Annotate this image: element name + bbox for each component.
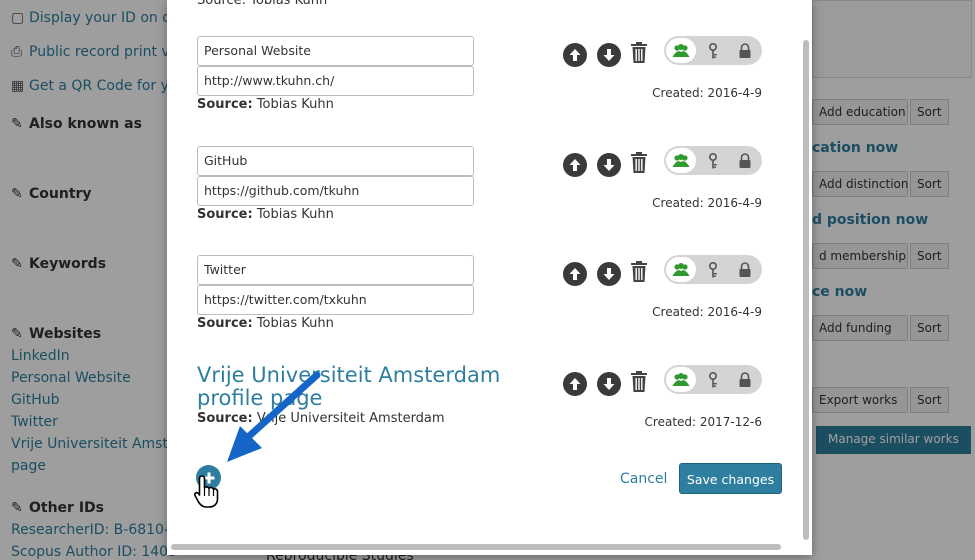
- website-name-input[interactable]: Personal Website: [197, 36, 474, 66]
- move-up-button[interactable]: [563, 262, 587, 286]
- website-url-input[interactable]: https://twitter.com/txkuhn: [197, 285, 474, 315]
- website-source: Source: Vrije Universiteit Amsterdam: [197, 411, 445, 426]
- trash-icon[interactable]: [630, 371, 648, 393]
- move-down-button[interactable]: [597, 43, 621, 67]
- key-icon: [709, 42, 717, 58]
- move-down-button[interactable]: [597, 262, 621, 286]
- move-up-button[interactable]: [563, 153, 587, 177]
- save-changes-button[interactable]: Save changes: [679, 463, 782, 494]
- website-entry: GitHub https://github.com/tkuhn Source: …: [167, 146, 807, 246]
- privacy-trusted-option[interactable]: [698, 367, 728, 392]
- lock-icon: [739, 152, 751, 168]
- previous-entry-source: Source: Tobias Kuhn: [197, 0, 328, 8]
- key-icon: [709, 152, 717, 168]
- arrow-down-icon: [603, 378, 615, 390]
- people-icon: [672, 262, 690, 276]
- website-source: Source: Tobias Kuhn: [197, 316, 334, 331]
- websites-edit-modal: Source: Tobias Kuhn Personal Website htt…: [167, 0, 812, 555]
- external-website-link[interactable]: Vrije Universiteit Amsterdam profile pag…: [197, 364, 517, 410]
- arrow-up-icon: [569, 159, 581, 171]
- privacy-private-option[interactable]: [730, 257, 760, 282]
- privacy-private-option[interactable]: [730, 367, 760, 392]
- key-icon: [709, 371, 717, 387]
- privacy-private-option[interactable]: [730, 38, 760, 63]
- move-up-button[interactable]: [563, 43, 587, 67]
- trash-icon[interactable]: [630, 261, 648, 283]
- created-date: Created: 2016-4-9: [652, 196, 762, 210]
- website-entry: Personal Website http://www.tkuhn.ch/ So…: [167, 36, 807, 136]
- trash-icon[interactable]: [630, 152, 648, 174]
- privacy-selector: [664, 365, 762, 394]
- move-down-button[interactable]: [597, 153, 621, 177]
- privacy-everyone-option[interactable]: [666, 148, 696, 173]
- lock-icon: [739, 42, 751, 58]
- move-up-button[interactable]: [563, 372, 587, 396]
- arrow-down-icon: [603, 268, 615, 280]
- website-source: Source: Tobias Kuhn: [197, 207, 334, 222]
- website-url-input[interactable]: https://github.com/tkuhn: [197, 176, 474, 206]
- privacy-selector: [664, 255, 762, 284]
- website-name-input[interactable]: GitHub: [197, 146, 474, 176]
- arrow-down-icon: [603, 159, 615, 171]
- privacy-trusted-option[interactable]: [698, 257, 728, 282]
- lock-icon: [739, 261, 751, 277]
- privacy-private-option[interactable]: [730, 148, 760, 173]
- arrow-up-icon: [569, 268, 581, 280]
- arrow-up-icon: [569, 378, 581, 390]
- lock-icon: [739, 371, 751, 387]
- hand-cursor-icon: [193, 475, 219, 508]
- created-date: Created: 2016-4-9: [652, 305, 762, 319]
- horizontal-scrollbar[interactable]: [171, 544, 781, 550]
- privacy-trusted-option[interactable]: [698, 148, 728, 173]
- website-entry: Twitter https://twitter.com/txkuhn Sourc…: [167, 255, 807, 355]
- website-url-input[interactable]: http://www.tkuhn.ch/: [197, 66, 474, 96]
- key-icon: [709, 261, 717, 277]
- privacy-selector: [664, 146, 762, 175]
- arrow-up-icon: [569, 49, 581, 61]
- privacy-everyone-option[interactable]: [666, 38, 696, 63]
- privacy-trusted-option[interactable]: [698, 38, 728, 63]
- created-date: Created: 2017-12-6: [644, 415, 762, 429]
- people-icon: [672, 153, 690, 167]
- created-date: Created: 2016-4-9: [652, 86, 762, 100]
- move-down-button[interactable]: [597, 372, 621, 396]
- vertical-scrollbar[interactable]: [803, 40, 809, 540]
- trash-icon[interactable]: [630, 42, 648, 64]
- cancel-button[interactable]: Cancel: [620, 471, 667, 487]
- people-icon: [672, 372, 690, 386]
- privacy-everyone-option[interactable]: [666, 367, 696, 392]
- people-icon: [672, 43, 690, 57]
- website-source: Source: Tobias Kuhn: [197, 97, 334, 112]
- arrow-down-icon: [603, 49, 615, 61]
- privacy-everyone-option[interactable]: [666, 257, 696, 282]
- website-name-input[interactable]: Twitter: [197, 255, 474, 285]
- privacy-selector: [664, 36, 762, 65]
